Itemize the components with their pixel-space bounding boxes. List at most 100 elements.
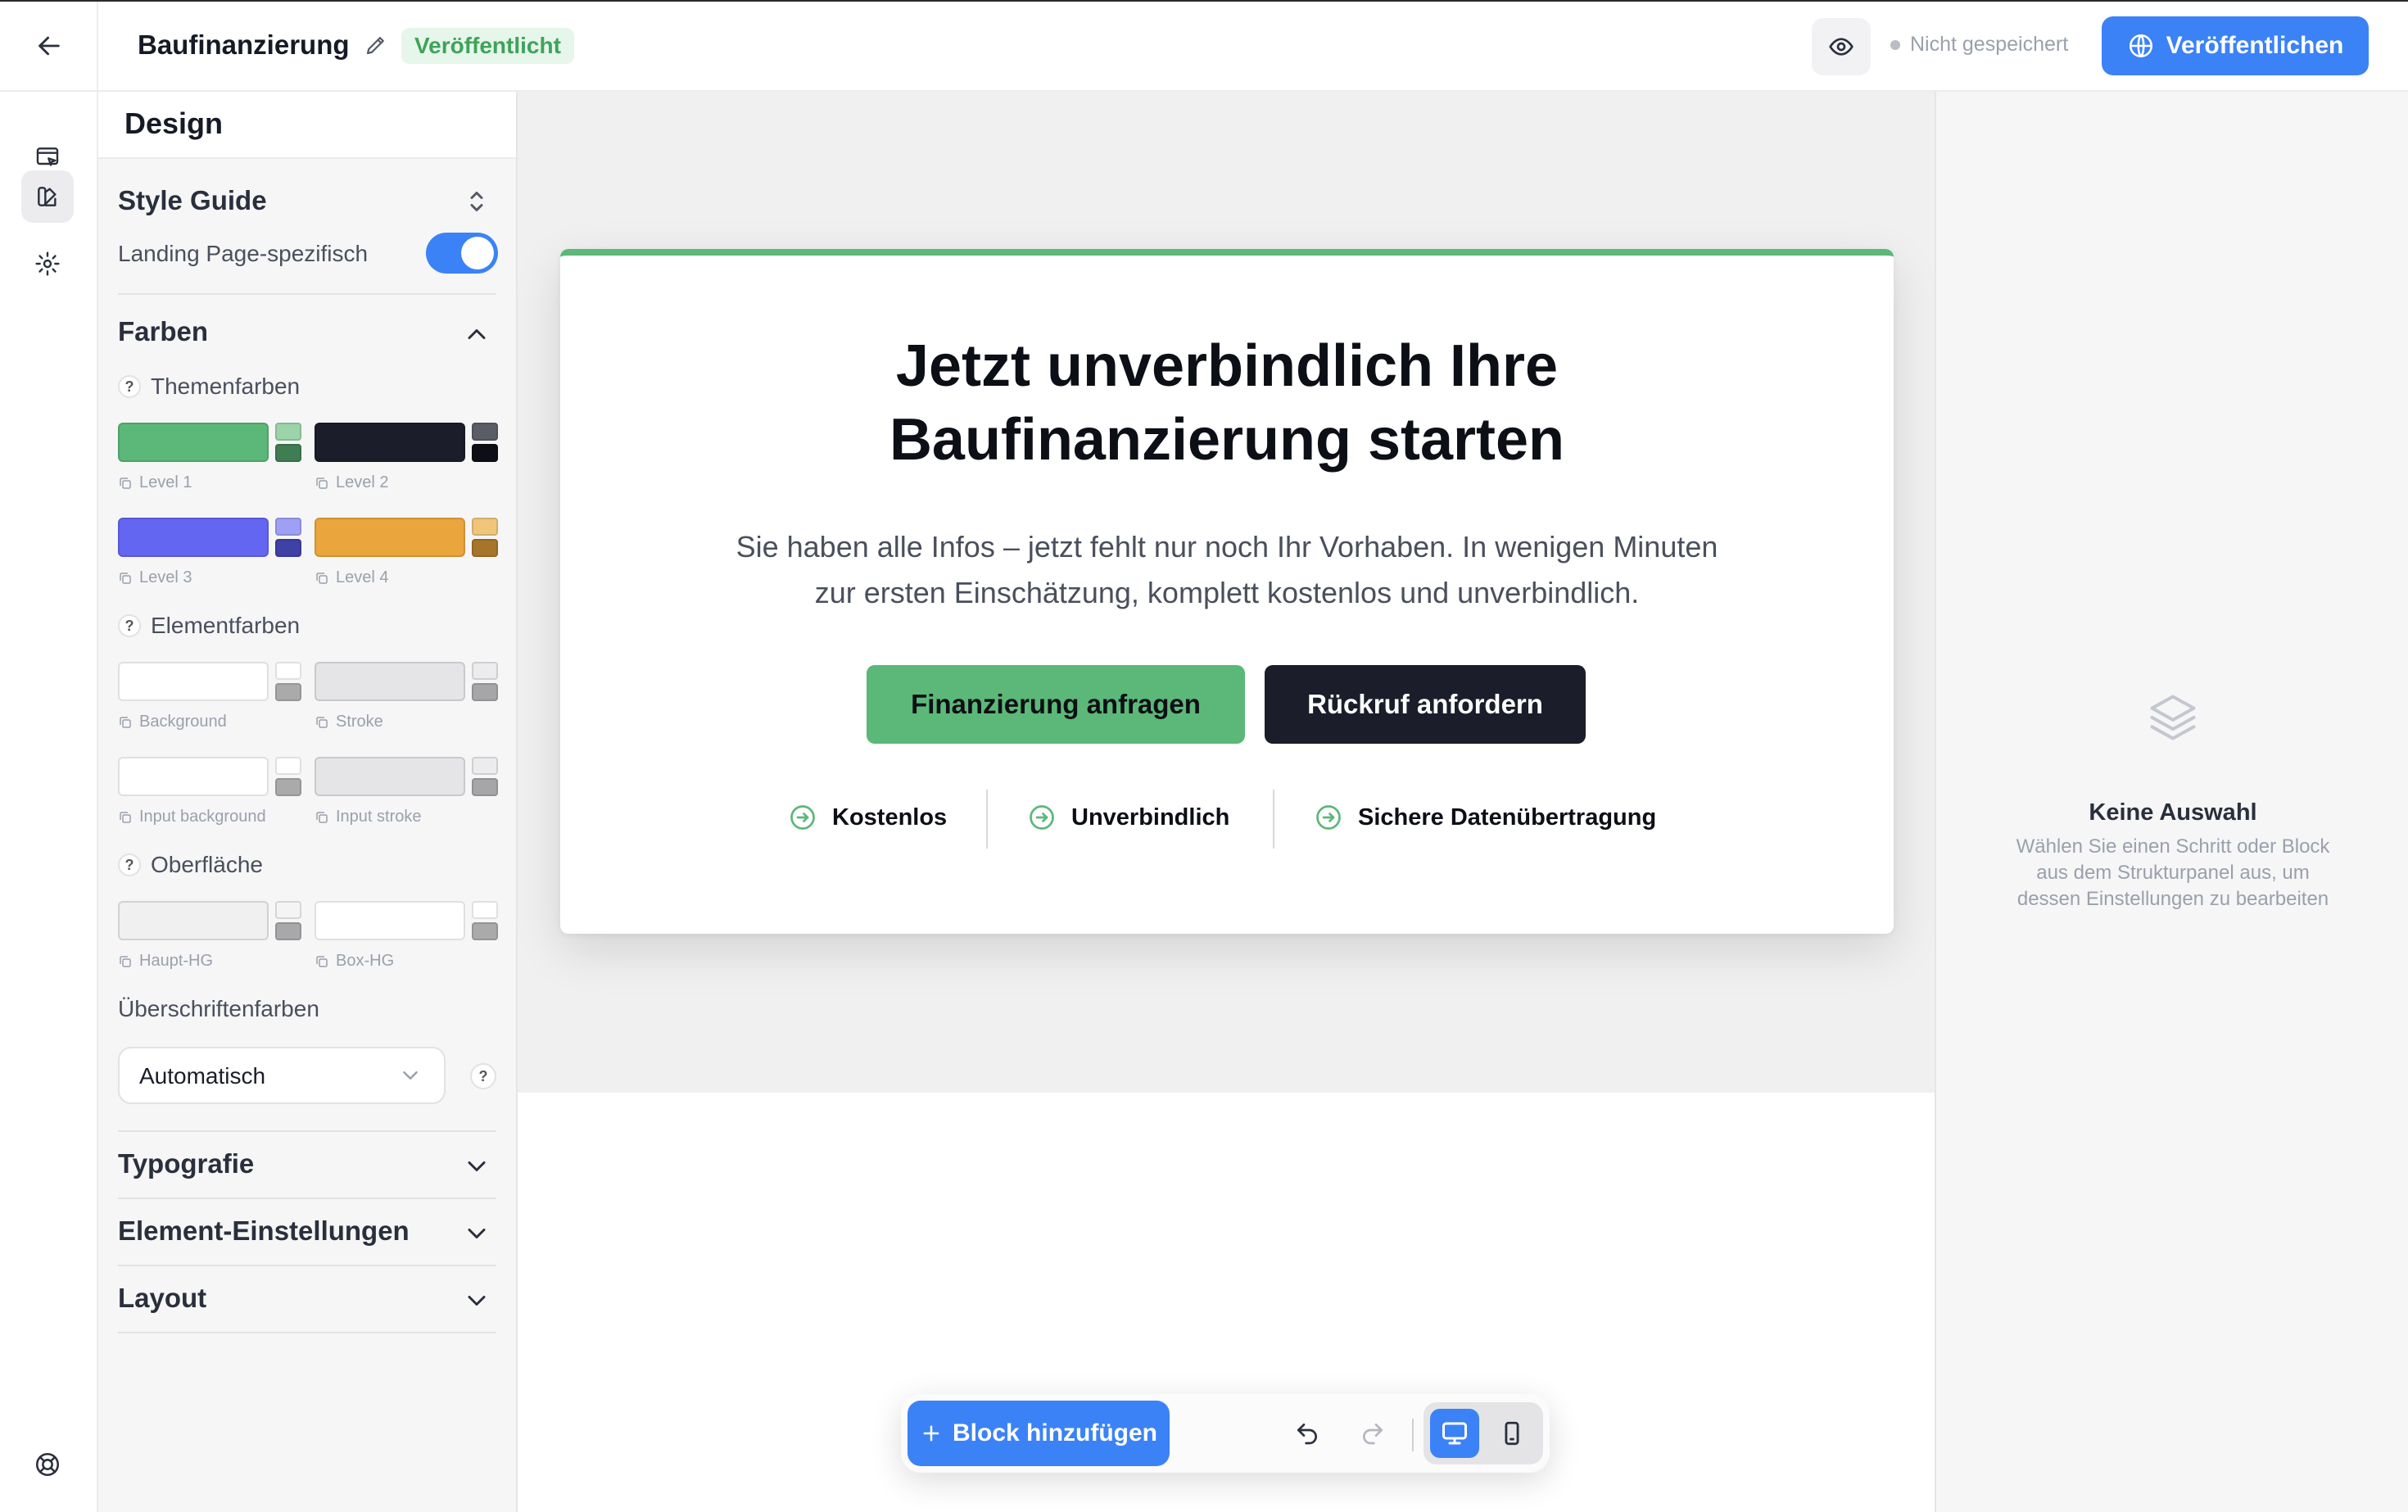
editor-canvas[interactable]: Jetzt unverbindlich Ihre Baufinanzierung… — [518, 92, 1935, 1512]
mobile-view-button[interactable] — [1487, 1409, 1537, 1458]
swatch-label[interactable]: Input background — [118, 808, 266, 826]
swatch-level-3[interactable]: Level 3 — [118, 518, 301, 595]
chevron-up-icon[interactable] — [462, 319, 491, 349]
swatch-light[interactable] — [472, 518, 498, 536]
chevron-down-icon[interactable] — [462, 1286, 491, 1315]
rail-item-settings[interactable] — [21, 238, 74, 290]
swatch-light[interactable] — [472, 901, 498, 919]
swatch-main[interactable] — [315, 662, 465, 701]
swatch-haupt-hg[interactable]: Haupt-HG — [118, 901, 301, 978]
rail-item-help[interactable] — [21, 1438, 74, 1491]
preview-button[interactable] — [1812, 18, 1871, 75]
swatch-light[interactable] — [472, 757, 498, 775]
swatch-label[interactable]: Level 2 — [315, 473, 389, 492]
swatch-level-2[interactable]: Level 2 — [315, 423, 498, 500]
chevron-up-down-icon[interactable] — [462, 187, 491, 216]
device-switcher — [1424, 1402, 1543, 1464]
financing-request-button[interactable]: Finanzierung anfragen — [867, 665, 1245, 744]
properties-panel: Keine Auswahl Wählen Sie einen Schritt o… — [1935, 92, 2408, 1512]
swatch-main[interactable] — [118, 757, 269, 796]
hero-subtext[interactable]: Sie haben alle Infos – jetzt fehlt nur n… — [560, 524, 1894, 616]
callback-request-button[interactable]: Rückruf anfordern — [1265, 665, 1586, 744]
swatch-main[interactable] — [118, 901, 269, 940]
redo-button[interactable] — [1350, 1410, 1396, 1456]
swatch-label[interactable]: Level 1 — [118, 473, 192, 492]
panel-title: Design — [124, 106, 224, 140]
swatch-dark[interactable] — [275, 922, 301, 940]
chevron-down-icon[interactable] — [462, 1219, 491, 1248]
swatch-dark[interactable] — [275, 683, 301, 701]
undo-icon — [1297, 1424, 1317, 1445]
hero-headline[interactable]: Jetzt unverbindlich Ihre Baufinanzierung… — [560, 329, 1894, 477]
copy-icon — [120, 955, 131, 967]
farben-title[interactable]: Farben — [118, 316, 208, 347]
globe-icon — [2129, 34, 2152, 58]
swatch-light[interactable] — [275, 423, 301, 441]
heading-color-select[interactable]: Automatisch — [118, 1047, 446, 1104]
help-icon[interactable]: ? — [118, 375, 141, 398]
desktop-view-button[interactable] — [1430, 1409, 1479, 1458]
swatch-dark[interactable] — [472, 539, 498, 557]
help-icon[interactable]: ? — [118, 853, 141, 876]
rail-item-design[interactable] — [21, 170, 74, 223]
swatch-dark[interactable] — [472, 778, 498, 796]
swatch-level-1[interactable]: Level 1 — [118, 423, 301, 500]
swatch-box-hg[interactable]: Box-HG — [315, 901, 498, 978]
element-einstellungen-title[interactable]: Element-Einstellungen — [118, 1215, 410, 1247]
swatch-label[interactable]: Stroke — [315, 713, 383, 731]
swatch-label[interactable]: Box-HG — [315, 952, 394, 971]
chevron-down-icon[interactable] — [462, 1152, 491, 1181]
swatch-input-background[interactable]: Input background — [118, 757, 301, 834]
page-title: Baufinanzierung — [138, 29, 350, 60]
gear-icon — [35, 251, 60, 276]
swatch-level-4[interactable]: Level 4 — [315, 518, 498, 595]
swatch-stroke[interactable]: Stroke — [315, 662, 498, 739]
swatch-main[interactable] — [315, 757, 465, 796]
swatch-light[interactable] — [275, 757, 301, 775]
swatch-input-stroke[interactable]: Input stroke — [315, 757, 498, 834]
layout-title[interactable]: Layout — [118, 1283, 206, 1314]
add-block-button[interactable]: Block hinzufügen — [908, 1401, 1170, 1466]
undo-button[interactable] — [1284, 1410, 1330, 1456]
swatch-dark[interactable] — [275, 444, 301, 462]
elementfarben-title: ? Elementfarben — [118, 613, 300, 639]
swatch-dark[interactable] — [472, 683, 498, 701]
swatch-label[interactable]: Haupt-HG — [118, 952, 213, 971]
back-button[interactable] — [29, 26, 69, 66]
oberflaeche-label: Oberfläche — [151, 852, 263, 877]
swatch-label[interactable]: Level 4 — [315, 568, 389, 587]
swatch-main[interactable] — [118, 423, 269, 462]
landing-page-toggle[interactable] — [426, 233, 498, 274]
typografie-title[interactable]: Typografie — [118, 1148, 254, 1179]
toggle-knob — [461, 237, 494, 269]
hero-block[interactable]: Jetzt unverbindlich Ihre Baufinanzierung… — [560, 249, 1894, 934]
swatch-label[interactable]: Input stroke — [315, 808, 422, 826]
copy-icon — [316, 716, 328, 728]
swatch-main[interactable] — [118, 518, 269, 557]
swatch-light[interactable] — [472, 662, 498, 680]
swatch-light[interactable] — [275, 901, 301, 919]
swatch-dark[interactable] — [275, 778, 301, 796]
help-icon[interactable]: ? — [118, 614, 141, 637]
swatch-main[interactable] — [315, 518, 465, 557]
swatch-label[interactable]: Level 3 — [118, 568, 192, 587]
panel-header: Design — [98, 92, 516, 159]
pencil-icon[interactable] — [364, 33, 390, 59]
help-icon[interactable]: ? — [470, 1063, 496, 1089]
swatch-background[interactable]: Background — [118, 662, 301, 739]
swatch-main[interactable] — [315, 901, 465, 940]
divider — [118, 1197, 496, 1199]
trust-item: Sichere Datenübertragung — [1314, 803, 1656, 832]
swatch-light[interactable] — [472, 423, 498, 441]
swatch-label[interactable]: Background — [118, 713, 227, 731]
swatch-dark[interactable] — [275, 539, 301, 557]
swatch-dark[interactable] — [472, 922, 498, 940]
swatch-main[interactable] — [315, 423, 465, 462]
circle-arrow-icon — [790, 805, 815, 830]
publish-button[interactable]: Veröffentlichen — [2102, 16, 2369, 75]
swatch-dark[interactable] — [472, 444, 498, 462]
swatch-light[interactable] — [275, 662, 301, 680]
swatch-main[interactable] — [118, 662, 269, 701]
swatch-light[interactable] — [275, 518, 301, 536]
style-guide-title[interactable]: Style Guide — [118, 185, 267, 216]
